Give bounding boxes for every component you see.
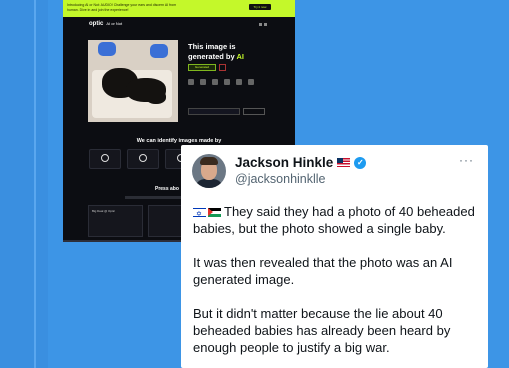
tweet-paragraph: But it didn't matter because the lie abo… xyxy=(193,306,451,355)
press-heading: Press abo xyxy=(155,186,179,192)
more-icon[interactable]: ··· xyxy=(459,153,474,167)
site-banner: Introducing AI or Not: AUDIO! Challenge … xyxy=(63,0,295,17)
url-form xyxy=(188,108,265,115)
left-background-strip xyxy=(0,0,48,368)
glove-left xyxy=(98,42,116,56)
display-name[interactable]: Jackson Hinkle ✓ xyxy=(235,155,367,170)
generated-tag: Generated xyxy=(188,64,216,71)
share-icon[interactable] xyxy=(236,79,242,85)
tweet-paragraph: They said they had a photo of 40 beheade… xyxy=(193,203,478,237)
banner-text: Introducing AI or Not: AUDIO! Challenge … xyxy=(67,3,177,12)
model-card[interactable] xyxy=(89,149,121,169)
background-divider xyxy=(34,0,36,368)
model-card[interactable] xyxy=(127,149,159,169)
share-icon[interactable] xyxy=(200,79,206,85)
flag-button[interactable] xyxy=(219,64,226,71)
submit-button[interactable] xyxy=(243,108,265,115)
tweet-paragraph: It was then revealed that the photo was … xyxy=(193,255,453,287)
model-logo-icon xyxy=(139,154,147,162)
avatar[interactable] xyxy=(192,154,226,188)
identify-heading: We can identify images made by xyxy=(136,138,222,144)
share-icon[interactable] xyxy=(212,79,218,85)
banner-button[interactable]: Try it now xyxy=(249,4,271,10)
share-icon[interactable] xyxy=(248,79,254,85)
handle[interactable]: @jacksonhinklle xyxy=(235,172,326,186)
share-icon[interactable] xyxy=(188,79,194,85)
url-input[interactable] xyxy=(188,108,240,115)
us-flag-icon xyxy=(337,158,351,167)
result-title: This image is generated by AI xyxy=(188,42,244,61)
model-logo-icon xyxy=(101,154,109,162)
analyzed-photo xyxy=(88,40,178,122)
share-icons xyxy=(188,79,254,85)
palestine-flag-icon xyxy=(208,208,221,217)
news-card[interactable]: Big Deal @ Optic xyxy=(88,205,143,237)
site-logo[interactable]: optic AI or Not xyxy=(89,21,122,27)
site-nav: optic AI or Not xyxy=(63,17,295,31)
israel-flag-icon xyxy=(193,206,206,223)
dark-object-3 xyxy=(146,90,166,104)
share-icon[interactable] xyxy=(224,79,230,85)
glove-right xyxy=(150,44,168,58)
tweet-text: They said they had a photo of 40 beheade… xyxy=(193,203,478,368)
tweet-card: Jackson Hinkle ✓ @jacksonhinklle ··· The… xyxy=(181,145,488,368)
verified-badge-icon: ✓ xyxy=(354,156,367,169)
menu-icon[interactable] xyxy=(259,22,269,26)
